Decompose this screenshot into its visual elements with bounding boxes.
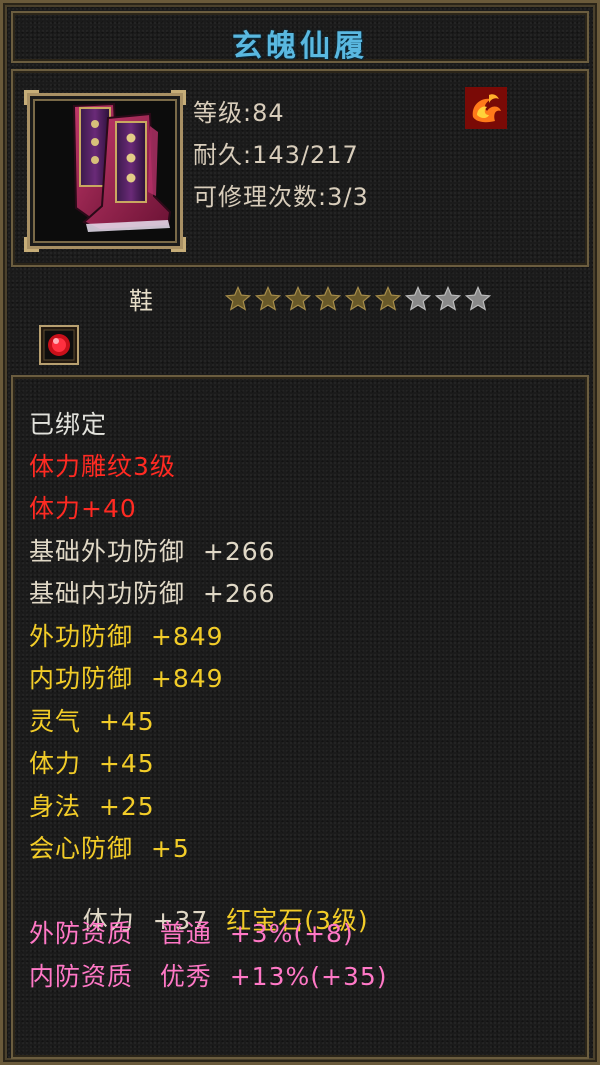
- star-empty-icon: [464, 285, 492, 311]
- star-filled-icon: [314, 285, 342, 311]
- star-filled-icon: [344, 285, 372, 311]
- item-type: 鞋: [129, 287, 153, 315]
- item-type-row: 鞋: [11, 271, 589, 369]
- star-filled-icon: [374, 285, 402, 311]
- base-external-defense: 基础外功防御 +266: [29, 537, 276, 566]
- star-filled-icon: [254, 285, 282, 311]
- engrave-stat: 体力+40: [29, 494, 137, 523]
- external-defense: 外功防御 +849: [29, 622, 224, 651]
- item-repair-count: 可修理次数:3/3: [193, 183, 369, 211]
- bound-status: 已绑定: [29, 410, 108, 439]
- external-quality: 外防资质 普通 +3%(+8): [29, 919, 354, 948]
- red-gem-icon[interactable]: [39, 325, 79, 365]
- star-empty-icon: [404, 285, 432, 311]
- item-level: 等级:84: [193, 99, 285, 127]
- agility-stat: 身法 +25: [29, 792, 155, 821]
- item-name: 玄魄仙履: [232, 29, 368, 64]
- item-icon-frame: [24, 90, 186, 252]
- crit-defense-stat: 会心防御 +5: [29, 834, 190, 863]
- attributes-panel: 已绑定 体力雕纹3级 体力+40 基础外功防御 +266 基础内功防御 +266…: [11, 375, 589, 1059]
- internal-defense: 内功防御 +849: [29, 664, 224, 693]
- star-rating: [223, 285, 493, 313]
- item-durability: 耐久:143/217: [193, 141, 359, 169]
- stamina-stat: 体力 +45: [29, 749, 155, 778]
- star-filled-icon: [284, 285, 312, 311]
- engrave-title: 体力雕纹3级: [29, 452, 176, 481]
- star-filled-icon: [224, 285, 252, 311]
- spirit-stat: 灵气 +45: [29, 707, 155, 736]
- item-tooltip: 玄魄仙履 等级:84 耐久:143/217 可修理次数:3/3 鞋 已绑定 体力…: [0, 0, 600, 1065]
- fire-swirl-icon: [465, 87, 507, 129]
- star-empty-icon: [434, 285, 462, 311]
- internal-quality: 内防资质 优秀 +13%(+35): [29, 962, 388, 991]
- item-info-panel: 等级:84 耐久:143/217 可修理次数:3/3: [11, 69, 589, 267]
- title-bar: 玄魄仙履: [11, 11, 589, 64]
- base-internal-defense: 基础内功防御 +266: [29, 579, 276, 608]
- boots-icon: [72, 102, 172, 232]
